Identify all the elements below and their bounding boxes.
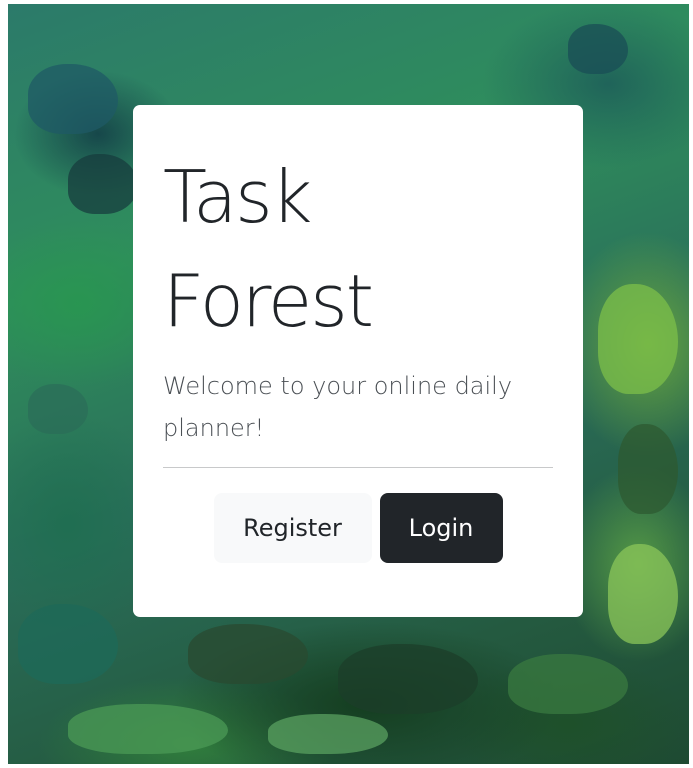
background-blot	[618, 424, 678, 514]
background-blot	[18, 604, 118, 684]
register-button[interactable]: Register	[213, 493, 372, 563]
background-blot	[338, 644, 478, 714]
app-title: Task Forest	[163, 145, 553, 353]
tagline: Welcome to your online daily planner!	[163, 372, 513, 442]
background-blot	[568, 24, 628, 74]
welcome-card: Task Forest Welcome to your online daily…	[133, 105, 583, 617]
app-title-line-1: Task	[163, 155, 312, 239]
divider	[163, 467, 553, 468]
background-blot	[268, 714, 388, 754]
auth-actions: Register Login	[163, 493, 553, 563]
background-blot	[188, 624, 308, 684]
page: Task Forest Welcome to your online daily…	[0, 0, 693, 768]
login-button[interactable]: Login	[379, 493, 503, 563]
background-blot	[508, 654, 628, 714]
background-blot	[608, 544, 678, 644]
app-title-line-2: Forest	[163, 259, 374, 343]
background-blot	[28, 64, 118, 134]
background-blot	[68, 154, 138, 214]
background-blot	[28, 384, 88, 434]
background-blot	[598, 284, 678, 394]
background-blot	[68, 704, 228, 754]
